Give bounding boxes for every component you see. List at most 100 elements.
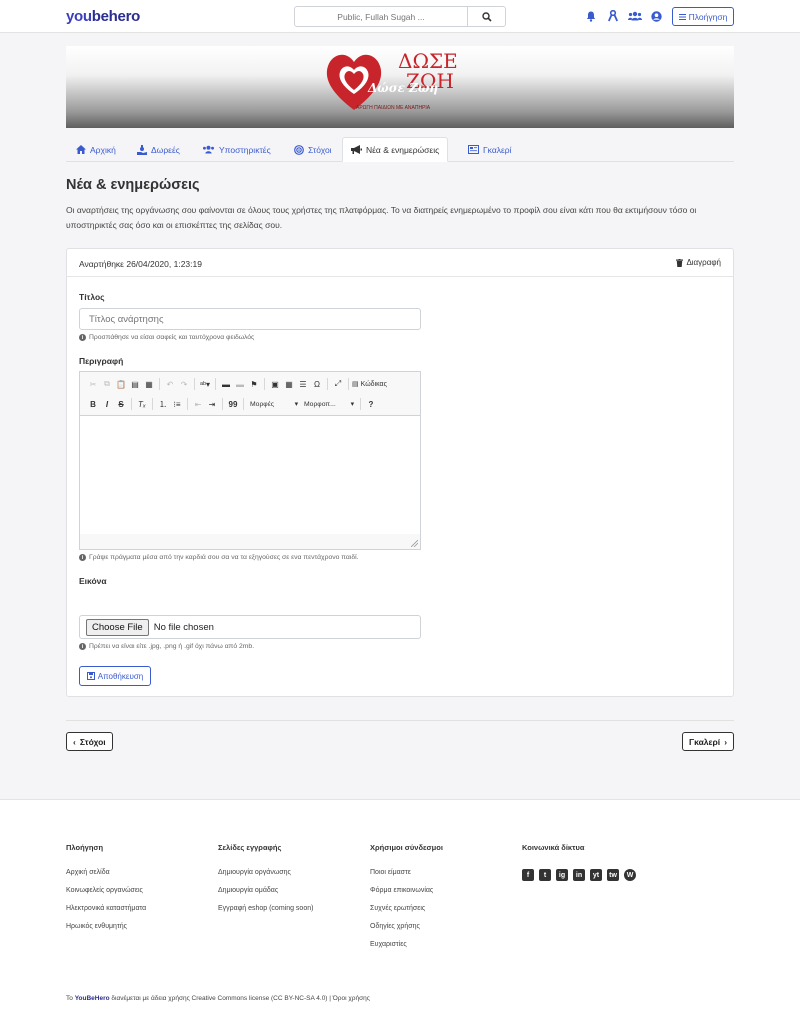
resize-handle-icon[interactable] bbox=[411, 540, 418, 547]
source-icon: ▤ bbox=[352, 381, 359, 388]
footer-col-navigation: Πλοήγηση Αρχική σελίδα Κοινωφελείς οργαν… bbox=[66, 843, 147, 930]
footer-col-register: Σελίδες εγγραφής Δημιουργία οργάνωσης Δη… bbox=[218, 843, 314, 912]
outdent-icon[interactable]: ⇤ bbox=[192, 397, 204, 411]
site-footer: Πλοήγηση Αρχική σελίδα Κοινωφελείς οργαν… bbox=[0, 799, 800, 1024]
posted-date: Αναρτήθηκε 26/04/2020, 1:23:19 bbox=[79, 259, 202, 269]
banner-script: Δώσε Ζωή bbox=[367, 81, 438, 95]
users-icon bbox=[203, 145, 214, 154]
page-title: Νέα & ενημερώσεις bbox=[66, 177, 200, 193]
special-char-icon[interactable]: Ω bbox=[311, 377, 323, 391]
twitch-icon[interactable]: tw bbox=[607, 869, 619, 881]
bold-button[interactable]: B bbox=[87, 397, 99, 411]
ribbon-icon[interactable] bbox=[605, 9, 620, 23]
footer-link[interactable]: Ηρωικός ενθυμητής bbox=[66, 923, 146, 930]
footer-link[interactable]: Συχνές ερωτήσεις bbox=[370, 905, 443, 912]
wordpress-icon[interactable]: W bbox=[624, 869, 636, 881]
bell-icon[interactable] bbox=[583, 9, 598, 23]
styles-dropdown[interactable]: Μορφές ▾ bbox=[247, 397, 301, 411]
image-icon[interactable]: ▣ bbox=[269, 377, 281, 391]
footer-link[interactable]: Δημιουργία οργάνωσης bbox=[218, 869, 313, 876]
footer-link[interactable]: Κοινωφελείς οργανώσεις bbox=[66, 887, 146, 894]
gallery-icon bbox=[468, 145, 479, 154]
link-icon[interactable]: ▬ bbox=[220, 377, 232, 391]
redo-icon[interactable]: ↷ bbox=[178, 377, 190, 391]
footer-link[interactable]: Ευχαριστίες bbox=[370, 941, 443, 948]
table-icon[interactable]: ▦ bbox=[283, 377, 295, 391]
target-icon bbox=[294, 144, 304, 155]
top-navbar: youbehero Πλοήγηση bbox=[0, 0, 800, 33]
facebook-icon[interactable]: f bbox=[522, 869, 534, 881]
save-button[interactable]: Αποθήκευση bbox=[79, 666, 151, 686]
chevron-left-icon: ‹ bbox=[73, 736, 76, 747]
image-label: Εικόνα bbox=[79, 576, 107, 586]
editor-content-area[interactable] bbox=[80, 416, 420, 534]
footer-link[interactable]: Δημιουργία ομάδας bbox=[218, 887, 313, 894]
search-input[interactable] bbox=[295, 7, 467, 26]
linkedin-icon[interactable]: in bbox=[573, 869, 585, 881]
paste-icon[interactable]: 📋 bbox=[115, 377, 127, 391]
cut-icon[interactable]: ✂ bbox=[87, 377, 99, 391]
tab-home[interactable]: Αρχική bbox=[76, 137, 116, 162]
tab-supporters[interactable]: Υποστηρικτές bbox=[202, 137, 271, 162]
horizontal-rule-icon[interactable]: ☰ bbox=[297, 377, 309, 391]
post-card-header: Αναρτήθηκε 26/04/2020, 1:23:19 Διαγραφή bbox=[67, 249, 733, 277]
title-field bbox=[79, 308, 421, 330]
indent-icon[interactable]: ⇥ bbox=[206, 397, 218, 411]
choose-file-button[interactable]: Choose File bbox=[86, 618, 149, 636]
next-gallery-button[interactable]: Γκαλερί › bbox=[682, 732, 735, 751]
editor-toolbar: ✂ ⧉ 📋 ▤ ▦ ↶ ↷ ᵃᵇ▾ ▬ ▬ ⚑ ▣ ▦ ☰ Ω ⤢ ▤ Κώδι… bbox=[80, 372, 420, 416]
format-dropdown[interactable]: Μορφοπ... ▾ bbox=[301, 397, 357, 411]
prev-goals-button[interactable]: ‹ Στόχοι bbox=[66, 732, 113, 751]
blockquote-button[interactable]: 99 bbox=[227, 397, 239, 411]
anchor-icon[interactable]: ⚑ bbox=[248, 377, 260, 391]
undo-icon[interactable]: ↶ bbox=[164, 377, 176, 391]
footer-link[interactable]: Ηλεκτρονικά καταστήματα bbox=[66, 905, 146, 912]
footer-link[interactable]: Φόρμα επικοινωνίας bbox=[370, 887, 443, 894]
search-box bbox=[294, 6, 506, 27]
strike-button[interactable]: S bbox=[115, 397, 127, 411]
footer-link[interactable]: Εγγραφή eshop (coming soon) bbox=[218, 905, 313, 912]
youtube-icon[interactable]: yt bbox=[590, 869, 602, 881]
organization-tabs: Αρχική Δωρεές Υποστηρικτές Στόχοι Νέα & … bbox=[66, 137, 734, 162]
tab-news[interactable]: Νέα & ενημερώσεις bbox=[342, 137, 449, 162]
users-icon[interactable] bbox=[627, 9, 642, 23]
copyright: Το YouBeHero διανέμεται με άδεια χρήσης … bbox=[66, 995, 370, 1002]
tab-donations[interactable]: Δωρεές bbox=[137, 137, 180, 162]
organization-banner: ΔΩΣΕ ΖΩΗ Δώσε Ζωή ΑΡΩΓΗ ΠΑΙΔΙΩΝ ΜΕ ΑΝΑΠΗ… bbox=[66, 46, 734, 128]
donate-icon bbox=[137, 144, 147, 155]
source-button[interactable]: ▤ Κώδικας bbox=[352, 380, 387, 389]
user-circle-icon[interactable] bbox=[649, 9, 664, 23]
megaphone-icon bbox=[351, 145, 362, 154]
numbered-list-icon[interactable]: ⒈ bbox=[157, 397, 169, 411]
footer-link[interactable]: Αρχική σελίδα bbox=[66, 869, 146, 876]
description-label: Περιγραφή bbox=[79, 356, 124, 366]
remove-format-icon[interactable]: Tₓ bbox=[136, 397, 148, 411]
paste-word-icon[interactable]: ▦ bbox=[143, 377, 155, 391]
help-button[interactable]: ? bbox=[365, 397, 377, 411]
delete-button[interactable]: Διαγραφή bbox=[676, 258, 721, 267]
tab-goals[interactable]: Στόχοι bbox=[294, 137, 332, 162]
copy-icon[interactable]: ⧉ bbox=[101, 377, 113, 391]
site-logo[interactable]: youbehero bbox=[66, 8, 140, 25]
instagram-icon[interactable]: ig bbox=[556, 869, 568, 881]
image-file-input: Choose File No file chosen bbox=[79, 615, 421, 639]
footer-col-useful: Χρήσιμοι σύνδεσμοι Ποιοι είμαστε Φόρμα ε… bbox=[370, 843, 443, 948]
paste-text-icon[interactable]: ▤ bbox=[129, 377, 141, 391]
navigation-button[interactable]: Πλοήγηση bbox=[672, 7, 734, 26]
footer-link[interactable]: Ποιοι είμαστε bbox=[370, 869, 443, 876]
spellcheck-icon[interactable]: ᵃᵇ▾ bbox=[199, 377, 211, 391]
italic-button[interactable]: I bbox=[101, 397, 113, 411]
title-input[interactable] bbox=[80, 309, 420, 330]
file-status: No file chosen bbox=[153, 621, 214, 633]
tab-gallery[interactable]: Γκαλερί bbox=[468, 137, 512, 162]
search-button[interactable] bbox=[467, 7, 505, 26]
trash-icon bbox=[676, 258, 684, 267]
footer-link[interactable]: Οδηγίες χρήσης bbox=[370, 923, 443, 930]
unlink-icon[interactable]: ▬ bbox=[234, 377, 246, 391]
twitter-icon[interactable]: t bbox=[539, 869, 551, 881]
home-icon bbox=[76, 145, 86, 154]
maximize-icon[interactable]: ⤢ bbox=[332, 377, 344, 391]
bulleted-list-icon[interactable]: ⁝≡ bbox=[171, 397, 183, 411]
menu-icon bbox=[678, 13, 686, 20]
info-icon: i bbox=[79, 643, 86, 650]
